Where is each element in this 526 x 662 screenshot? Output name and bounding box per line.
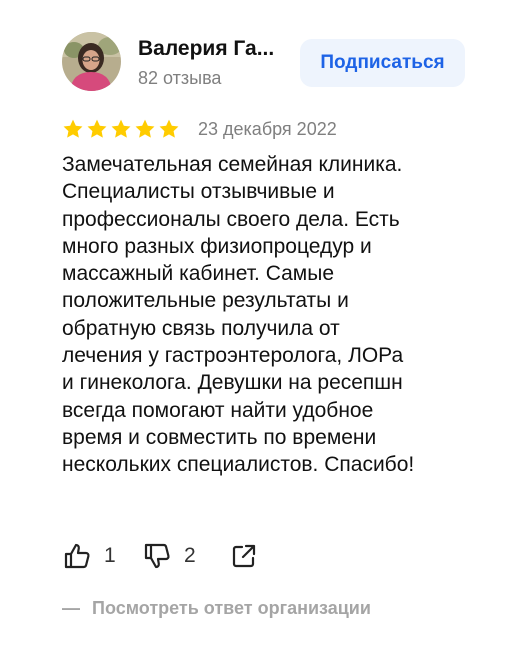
review-text-line: нескольких специалистов. Спасибо! <box>62 453 415 477</box>
rating-stars <box>62 118 180 140</box>
author-name[interactable]: Валерия Га... <box>138 36 288 62</box>
view-organization-reply-link[interactable]: — Посмотреть ответ организации <box>62 597 371 619</box>
share-button[interactable] <box>230 542 258 570</box>
thumbs-up-icon <box>64 543 90 569</box>
reply-link-label: Посмотреть ответ организации <box>92 598 371 618</box>
star-icon <box>135 119 155 138</box>
review-text-line: и гинеколога. Девушки на ресепшн <box>62 371 403 395</box>
review-text-line: Замечательная семейная клиника. <box>62 153 403 176</box>
review-date: 23 декабря 2022 <box>198 119 337 139</box>
star-icon <box>87 119 107 138</box>
dislike-count: 2 <box>184 544 196 567</box>
review-text-line: лечения у гастроэнтеролога, ЛОРа <box>62 344 404 368</box>
review-text-line: всегда помогают найти удобное <box>62 398 374 422</box>
review-text-line: положительные результаты и <box>62 289 349 313</box>
reply-dash: — <box>62 598 80 618</box>
star-icon <box>159 119 179 138</box>
author-avatar[interactable] <box>62 32 121 91</box>
review-text-line: обратную связь получила от <box>62 316 340 340</box>
like-button[interactable]: 1 <box>62 541 142 571</box>
share-icon <box>232 544 256 568</box>
like-count: 1 <box>104 544 116 567</box>
review-text: Замечательная семейная клиника. Специали… <box>62 151 482 479</box>
review-text-line: много разных физиопроцедур и <box>62 234 372 258</box>
review-text-line: время и совместить по времени <box>62 425 377 449</box>
star-icon <box>111 119 131 138</box>
review-text-line: Специалисты отзывчивые и <box>62 180 335 204</box>
author-reviews-count: 82 отзыва <box>138 68 222 88</box>
review-actions: 1 2 <box>62 538 258 574</box>
subscribe-button[interactable]: Подписаться <box>300 39 465 87</box>
star-icon <box>63 119 83 138</box>
review-text-line: массажный кабинет. Самые <box>62 262 335 286</box>
review-text-line: профессионалы своего дела. Есть <box>62 207 400 231</box>
dislike-button[interactable]: 2 <box>142 541 230 571</box>
thumbs-down-icon <box>144 543 170 569</box>
